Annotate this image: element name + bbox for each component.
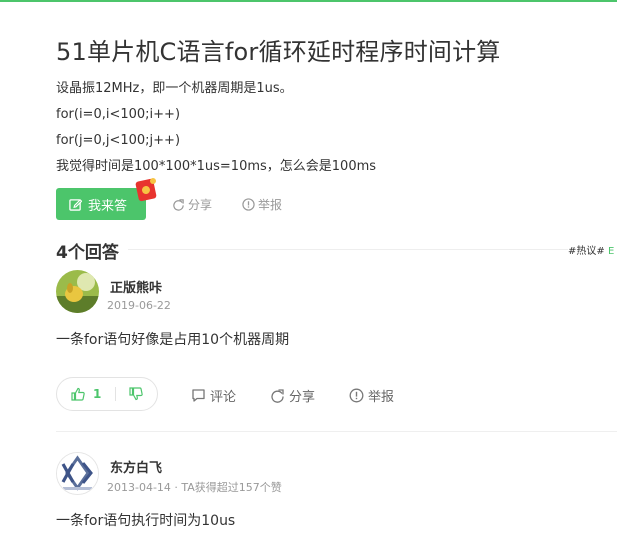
thumb-down-icon [129,387,143,401]
pen-icon [69,198,82,211]
report-question-button[interactable]: 举报 [242,196,282,213]
top-accent-bar [0,0,617,2]
report-answer-button[interactable]: 举报 [349,386,394,405]
answer-meta: 2019-06-22 [107,299,171,312]
question-title: 51单片机C语言for循环延时程序时间计算 [56,38,501,66]
hot-topic-extra: E [607,246,615,257]
like-button[interactable]: 1 [57,387,115,401]
report-icon [349,388,364,403]
share-question-button[interactable]: 分享 [172,196,212,213]
share-icon [271,389,284,403]
dislike-button[interactable] [116,387,143,401]
answers-count-heading: 4个回答 [56,243,119,263]
avatar[interactable] [56,452,99,495]
thumb-up-icon [71,387,85,401]
answer-separator [56,431,617,432]
share-answer-button[interactable]: 分享 [270,386,315,405]
share-label: 分享 [289,390,316,405]
share-label: 分享 [188,198,213,212]
comment-label: 评论 [210,390,237,405]
report-icon [242,198,255,211]
answers-divider [128,249,568,250]
vote-box: 1 [56,377,158,411]
hot-topic-tag[interactable]: #热议# E [568,242,614,257]
answer-author[interactable]: 正版熊咔 [110,277,162,296]
answer-author[interactable]: 东方白飞 [110,457,162,476]
question-line: 我觉得时间是100*100*1us=10ms，怎么会是100ms [56,159,377,174]
share-icon [173,199,184,211]
answer-meta: 2013-04-14 · TA获得超过157个赞 [107,481,282,494]
question-line: for(i=0,i<100;i++) [56,107,181,122]
avatar[interactable] [56,270,99,313]
question-line: for(j=0,j<100;j++) [56,133,181,148]
report-label: 举报 [368,390,395,405]
hot-topic-text: #热议# [568,246,605,257]
comment-button[interactable]: 评论 [191,386,236,405]
answer-text: 一条for语句好像是占用10个机器周期 [56,332,290,348]
report-label: 举报 [258,198,283,212]
answer-text: 一条for语句执行时间为10us [56,513,236,529]
question-description: 设晶振12MHz，即一个机器周期是1us。 for(i=0,i<100;i++)… [56,76,376,180]
comment-icon [192,389,205,402]
like-count: 1 [93,387,102,401]
answer-button-label: 我来答 [88,198,128,214]
question-line: 设晶振12MHz，即一个机器周期是1us。 [56,81,293,96]
red-packet-icon [135,178,157,202]
